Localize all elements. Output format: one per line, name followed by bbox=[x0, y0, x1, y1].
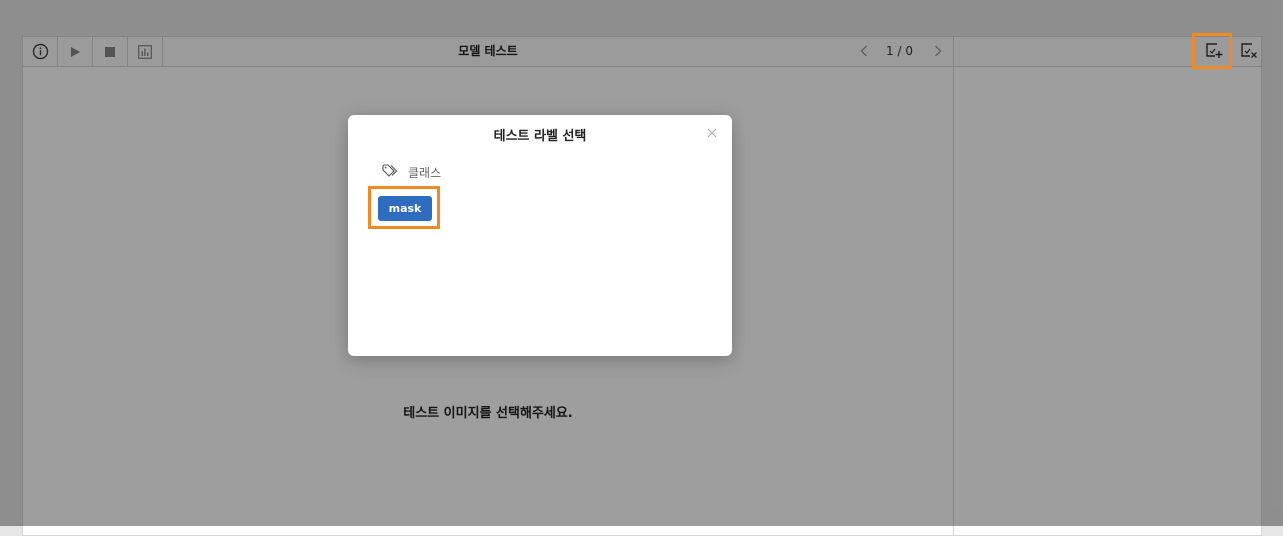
add-image-highlight bbox=[1192, 33, 1232, 69]
tag-icon bbox=[382, 163, 398, 182]
class-label: 클래스 bbox=[408, 165, 442, 180]
class-row: 클래스 bbox=[382, 163, 441, 181]
label-button-mask[interactable]: mask bbox=[378, 196, 432, 221]
close-icon[interactable] bbox=[706, 127, 718, 139]
modal-title: 테스트 라벨 선택 bbox=[493, 129, 587, 144]
label-select-modal: 테스트 라벨 선택 클래스 mask bbox=[348, 115, 732, 356]
